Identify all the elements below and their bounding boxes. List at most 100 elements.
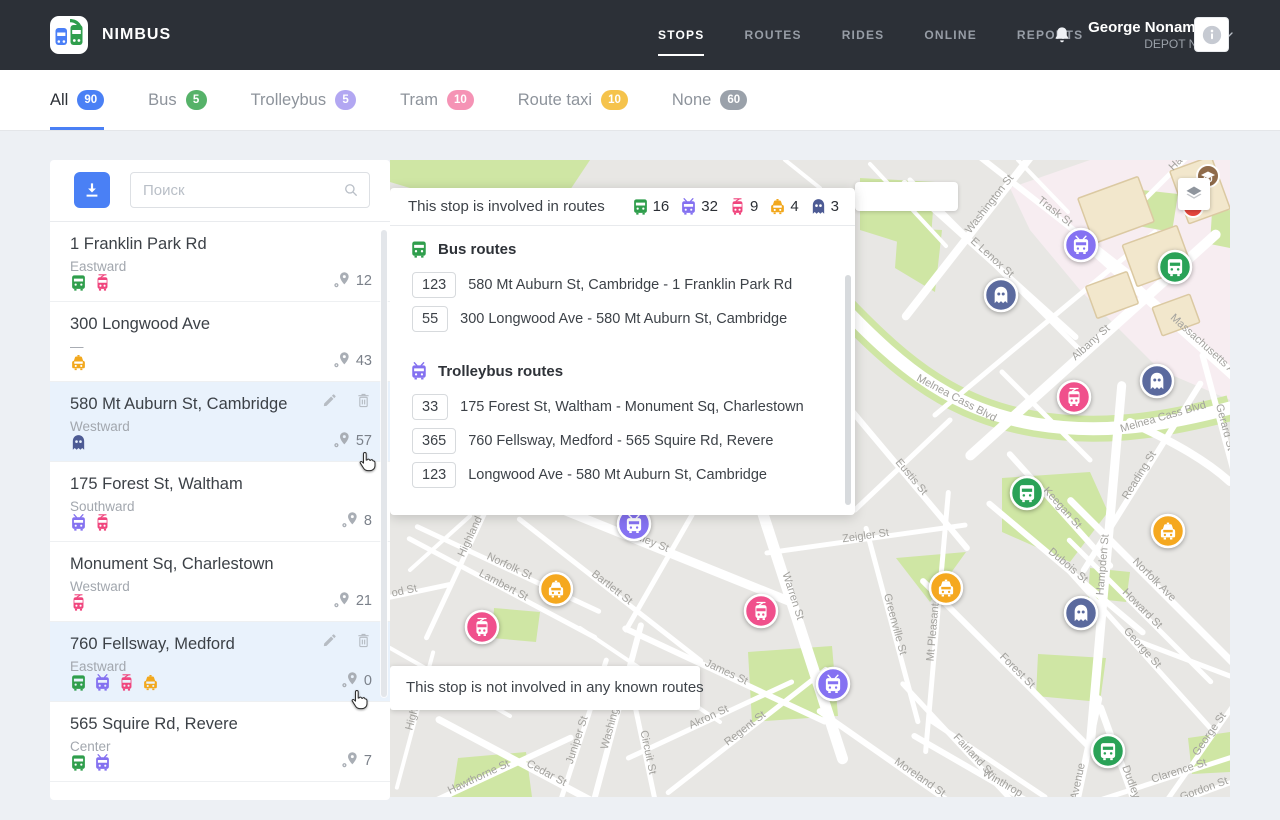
stop-row[interactable]: 300 Longwood Ave—43 (50, 302, 390, 382)
tab-bus[interactable]: Bus5 (148, 70, 206, 130)
stop-row[interactable]: 175 Forest St, WalthamSouthward8 (50, 462, 390, 542)
map-marker-tram[interactable] (745, 595, 777, 627)
map-marker-ghost[interactable] (1141, 365, 1173, 397)
map-marker-bus[interactable] (1159, 251, 1191, 283)
stop-route-count-value: 8 (364, 513, 372, 529)
info-icon (1201, 24, 1223, 46)
map-marker-trolleybus[interactable] (1065, 229, 1097, 261)
nav-item-routes[interactable]: ROUTES (744, 22, 801, 48)
stop-type-icons (70, 514, 111, 531)
user-depot: DEPOT N8 (1088, 37, 1204, 52)
routes-popup-title: This stop is involved in routes (408, 198, 605, 215)
edit-button[interactable] (321, 632, 338, 649)
app-logo[interactable] (50, 16, 88, 54)
stop-row[interactable]: 565 Squire Rd, RevereCenter7 (50, 702, 390, 782)
route-count-value: 16 (653, 198, 670, 215)
tab-trolleybus[interactable]: Trolleybus5 (251, 70, 357, 130)
nav-item-rides[interactable]: RIDES (842, 22, 885, 48)
stop-route-count[interactable]: 21 (331, 591, 372, 611)
tab-count-badge: 60 (720, 90, 747, 110)
pencil-icon (321, 632, 338, 649)
edit-button[interactable] (321, 392, 338, 409)
bell-icon[interactable] (1052, 25, 1072, 45)
map-marker-ghost[interactable] (985, 279, 1017, 311)
info-button[interactable] (1194, 17, 1229, 52)
map-marker-bus[interactable] (1092, 735, 1124, 767)
stop-row[interactable]: Monument Sq, CharlestownWestward21 (50, 542, 390, 622)
stop-direction: Eastward (70, 259, 126, 274)
route-number-badge: 33 (412, 394, 448, 420)
brand-name: NIMBUS (102, 26, 171, 44)
stop-route-count[interactable]: 7 (339, 751, 372, 771)
route-row[interactable]: 123580 Mt Auburn St, Cambridge - 1 Frank… (412, 272, 855, 298)
map-marker-trolleybus[interactable] (817, 668, 849, 700)
tab-tram[interactable]: Tram10 (400, 70, 474, 130)
stop-direction: Eastward (70, 659, 126, 674)
delete-button[interactable] (355, 632, 372, 649)
nav-item-online[interactable]: ONLINE (924, 22, 977, 48)
map-marker-taxi[interactable] (1152, 515, 1184, 547)
route-row[interactable]: 365760 Fellsway, Medford - 565 Squire Rd… (412, 428, 855, 454)
route-row[interactable]: 123Longwood Ave - 580 Mt Auburn St, Camb… (412, 462, 855, 488)
routes-popup: This stop is involved in routes 1632943 … (390, 188, 855, 515)
map-canvas[interactable]: Washington StTrask StE Lenox StAlbany St… (390, 160, 1230, 797)
download-button[interactable] (74, 172, 110, 208)
search-input[interactable] (130, 172, 370, 208)
stop-title: 300 Longwood Ave (70, 315, 210, 334)
pins-icon (331, 591, 351, 611)
tab-none[interactable]: None60 (672, 70, 747, 130)
search-wrap (130, 172, 370, 208)
map-marker-bus[interactable] (1011, 477, 1043, 509)
stop-title: 580 Mt Auburn St, Cambridge (70, 395, 287, 414)
stop-type-icons (70, 354, 87, 371)
stop-route-count[interactable]: 8 (339, 511, 372, 531)
stop-route-count[interactable]: 57 (331, 431, 372, 451)
tram-icon (118, 674, 135, 691)
stop-title: 565 Squire Rd, Revere (70, 715, 238, 734)
map-marker-tram[interactable] (1058, 381, 1090, 413)
pins-icon (331, 351, 351, 371)
tab-all[interactable]: All90 (50, 70, 104, 130)
nav-item-stops[interactable]: STOPS (658, 22, 704, 48)
routes-popup-header: This stop is involved in routes 1632943 (390, 188, 855, 226)
stops-panel-toolbar (50, 160, 390, 222)
pins-icon (339, 671, 359, 691)
map-marker-taxi[interactable] (930, 572, 962, 604)
ghost-icon (70, 434, 87, 451)
stops-panel: 1 Franklin Park RdEastward12300 Longwood… (50, 160, 390, 800)
stop-route-count[interactable]: 0 (339, 671, 372, 691)
user-menu[interactable]: George Noname DEPOT N8 (1088, 18, 1204, 52)
bus-icon (410, 240, 428, 258)
delete-button[interactable] (355, 392, 372, 409)
map-layers-button[interactable] (1178, 178, 1210, 210)
route-count-value: 4 (790, 198, 798, 215)
stops-list-scrollbar[interactable] (381, 230, 387, 697)
stop-route-count-value: 7 (364, 753, 372, 769)
route-row[interactable]: 55300 Longwood Ave - 580 Mt Auburn St, C… (412, 306, 855, 332)
tram-icon (729, 198, 746, 215)
route-row[interactable]: 33 175 Forest St, Waltham - Monument Sq, … (412, 394, 855, 420)
route-count-value: 3 (831, 198, 839, 215)
stop-row[interactable]: 580 Mt Auburn St, CambridgeWestward57 (50, 382, 390, 462)
stop-route-count[interactable]: 43 (331, 351, 372, 371)
bus-icon (632, 198, 649, 215)
stop-row[interactable]: 760 Fellsway, MedfordEastward0 (50, 622, 390, 702)
bus-icon (70, 754, 87, 771)
map-marker-ghost[interactable] (1065, 597, 1097, 629)
ghost-icon (810, 198, 827, 215)
route-name: 175 Forest St, Waltham - Monument Sq, Ch… (460, 399, 804, 415)
route-name: Longwood Ave - 580 Mt Auburn St, Cambrid… (468, 467, 767, 483)
layers-icon (1184, 184, 1204, 204)
map-marker-taxi[interactable] (540, 573, 572, 605)
trolleybus-icon (70, 514, 87, 531)
route-count-taxi: 4 (769, 198, 798, 215)
stop-row[interactable]: 1 Franklin Park RdEastward12 (50, 222, 390, 302)
stop-route-count-value: 0 (364, 673, 372, 689)
stop-route-count-value: 12 (356, 273, 372, 289)
routes-popup-scrollbar[interactable] (845, 275, 851, 505)
stop-title: 175 Forest St, Waltham (70, 475, 243, 494)
stop-route-count[interactable]: 12 (331, 271, 372, 291)
tab-route-taxi[interactable]: Route taxi10 (518, 70, 628, 130)
map-marker-tram[interactable] (466, 611, 498, 643)
map-searchbox[interactable] (855, 182, 958, 211)
